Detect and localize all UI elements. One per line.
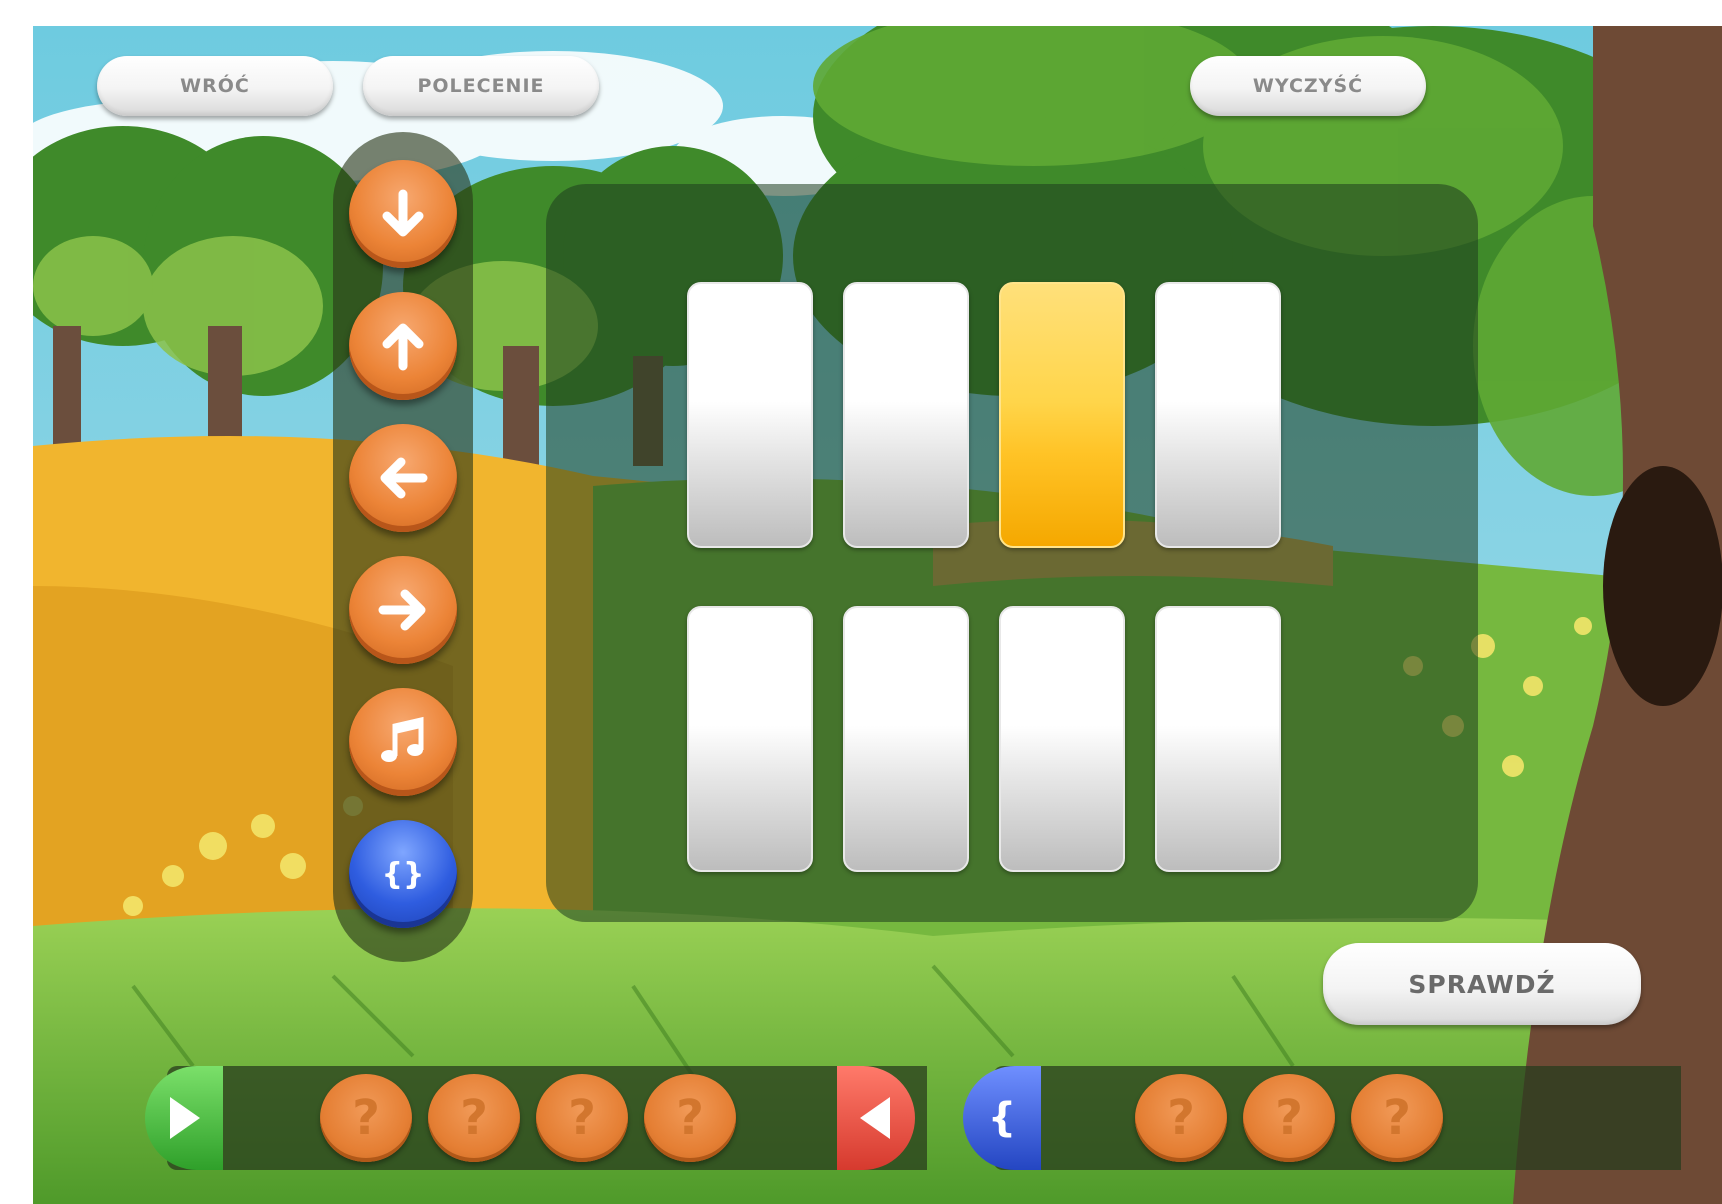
function-command[interactable]: {} <box>349 820 457 928</box>
play-icon <box>170 1097 200 1139</box>
triangle-left-icon <box>860 1097 890 1139</box>
function-slot[interactable]: ? <box>1351 1074 1443 1162</box>
arrow-left-icon <box>380 457 428 499</box>
arrow-left-command[interactable] <box>349 424 457 532</box>
arrow-down-command[interactable] <box>349 160 457 268</box>
music-command[interactable] <box>349 688 457 796</box>
back-button[interactable]: WRÓĆ <box>97 56 333 116</box>
program-slot[interactable]: ? <box>320 1074 412 1162</box>
tile[interactable] <box>843 282 969 548</box>
tile[interactable] <box>687 282 813 548</box>
program-slot[interactable]: ? <box>536 1074 628 1162</box>
tile[interactable] <box>1155 606 1281 872</box>
arrow-right-command[interactable] <box>349 556 457 664</box>
tile[interactable] <box>999 606 1125 872</box>
music-note-icon <box>381 716 424 762</box>
function-slot[interactable]: ? <box>1243 1074 1335 1162</box>
arrow-up-icon <box>382 323 424 371</box>
tile[interactable] <box>843 606 969 872</box>
tile-active[interactable] <box>999 282 1125 548</box>
program-slot[interactable]: ? <box>644 1074 736 1162</box>
brace-icon: { <box>987 1095 1017 1141</box>
task-button[interactable]: POLECENIE <box>363 56 599 116</box>
program-slot[interactable]: ? <box>428 1074 520 1162</box>
arrow-right-icon <box>378 589 426 631</box>
clear-button[interactable]: WYCZYŚĆ <box>1190 56 1426 116</box>
check-button[interactable]: SPRAWDŹ <box>1323 943 1641 1025</box>
arrow-up-command[interactable] <box>349 292 457 400</box>
game-screen: WRÓĆ POLECENIE WYCZYŚĆ {} SPRAWDŹ ? ? ? … <box>33 26 1722 1204</box>
tile[interactable] <box>1155 282 1281 548</box>
function-bar <box>993 1066 1681 1170</box>
function-slot[interactable]: ? <box>1135 1074 1227 1162</box>
tile-board <box>546 184 1478 922</box>
arrow-down-icon <box>382 189 424 237</box>
braces-icon: {} <box>381 856 425 892</box>
tile[interactable] <box>687 606 813 872</box>
